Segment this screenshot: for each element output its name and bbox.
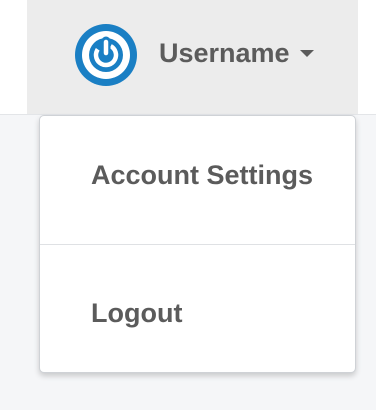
logout-menu-item[interactable]: Logout — [40, 297, 355, 329]
power-icon — [75, 24, 137, 86]
menu-divider — [40, 244, 355, 245]
caret-down-icon — [300, 50, 314, 57]
username-label: Username — [159, 38, 290, 68]
user-dropdown-menu: Account Settings Logout — [39, 115, 356, 373]
account-settings-menu-item[interactable]: Account Settings — [40, 159, 355, 191]
user-menu-toggle[interactable]: Username — [27, 0, 358, 114]
top-bar: Username — [0, 0, 376, 115]
